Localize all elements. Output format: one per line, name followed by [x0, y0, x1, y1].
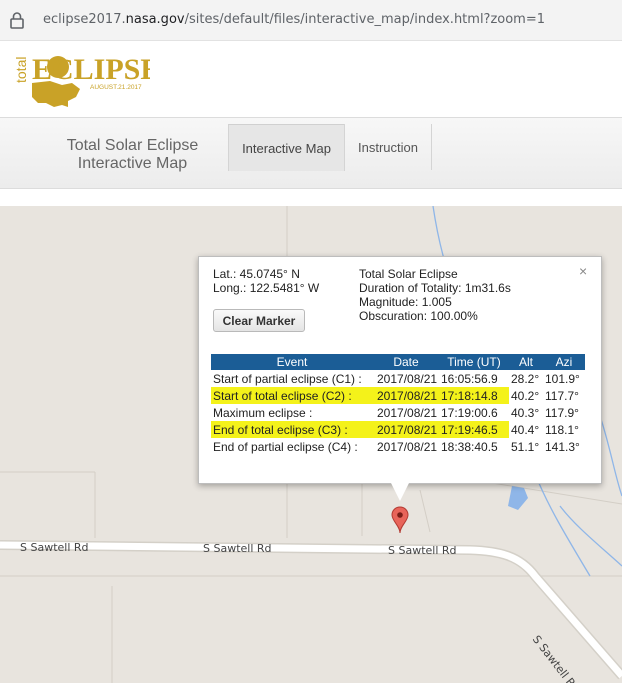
- clear-marker-button[interactable]: Clear Marker: [213, 309, 305, 332]
- event-alt: 28.2°: [511, 371, 540, 386]
- event-name: Start of partial eclipse (C1) :: [213, 371, 362, 386]
- eclipse-summary: Total Solar Eclipse Duration of Totality…: [359, 267, 511, 323]
- road-label: S Sawtell Rd: [20, 541, 89, 554]
- address-bar[interactable]: eclipse2017.nasa.gov/sites/default/files…: [0, 0, 622, 41]
- event-time: 18:38:40.5: [441, 439, 498, 454]
- event-date: 2017/08/21: [373, 387, 439, 404]
- table-row: Maximum eclipse : 2017/08/21 17:19:00.6 …: [211, 404, 585, 421]
- logo-date: AUGUST.21.2017: [90, 84, 142, 91]
- road-label: S Sawtell Rd: [388, 544, 457, 557]
- magnitude: Magnitude: 1.005: [359, 295, 452, 309]
- header-event: Event: [211, 354, 373, 370]
- event-time: 17:19:46.5: [439, 421, 509, 438]
- eclipse-logo[interactable]: total ECLIPSE AUGUST.21.2017: [10, 45, 150, 115]
- event-time: 17:19:00.6: [441, 405, 498, 420]
- nav-bar: Total Solar Eclipse Interactive Map Inte…: [0, 117, 622, 189]
- longitude: Long.: 122.5481° W: [213, 281, 320, 295]
- event-name: Start of total eclipse (C2) :: [211, 387, 373, 404]
- event-alt: 51.1°: [511, 439, 540, 454]
- event-azi: 118.1°: [545, 422, 579, 437]
- event-time: 17:18:14.8: [439, 387, 509, 404]
- table-row: End of total eclipse (C3) : 2017/08/21 1…: [211, 421, 585, 438]
- header-azi: Azi: [543, 354, 585, 370]
- latitude: Lat.: 45.0745° N: [213, 267, 300, 281]
- coordinates: Lat.: 45.0745° N Long.: 122.5481° W: [213, 267, 319, 295]
- logo-total: total: [13, 57, 29, 83]
- eclipse-type: Total Solar Eclipse: [359, 267, 458, 281]
- event-azi: 117.7°: [545, 388, 579, 403]
- event-alt: 40.4°: [511, 422, 540, 437]
- event-azi: 141.3°: [545, 439, 580, 454]
- event-date: 2017/08/21: [377, 439, 438, 454]
- close-icon[interactable]: ×: [579, 263, 587, 279]
- tab-interactive-map[interactable]: Interactive Map: [228, 124, 345, 171]
- event-time: 16:05:56.9: [441, 371, 498, 386]
- popup-pointer: [390, 481, 410, 501]
- event-alt: 40.3°: [511, 405, 540, 420]
- logo-eclipse: ECLIPSE: [32, 53, 150, 86]
- table-row: Start of total eclipse (C2) : 2017/08/21…: [211, 387, 585, 404]
- obscuration: Obscuration: 100.00%: [359, 309, 478, 323]
- header-time: Time (UT): [439, 354, 509, 370]
- tab-instruction[interactable]: Instruction: [344, 124, 432, 170]
- table-row: Start of partial eclipse (C1) : 2017/08/…: [211, 370, 585, 387]
- event-name: End of partial eclipse (C4) :: [213, 439, 358, 454]
- site-title: Total Solar Eclipse Interactive Map: [66, 137, 199, 172]
- url-text[interactable]: eclipse2017.nasa.gov/sites/default/files…: [43, 12, 545, 27]
- event-alt: 40.2°: [511, 388, 540, 403]
- event-name: End of total eclipse (C3) :: [211, 421, 373, 438]
- event-azi: 101.9°: [545, 371, 580, 386]
- event-azi: 117.9°: [545, 405, 579, 420]
- eclipse-events-table: Event Date Time (UT) Alt Azi Start of pa…: [211, 354, 585, 455]
- event-date: 2017/08/21: [373, 421, 439, 438]
- event-date: 2017/08/21: [377, 371, 438, 386]
- totality-duration: Duration of Totality: 1m31.6s: [359, 281, 511, 295]
- event-name: Maximum eclipse :: [213, 405, 313, 420]
- table-header-row: Event Date Time (UT) Alt Azi: [211, 354, 585, 370]
- header-alt: Alt: [509, 354, 543, 370]
- event-date: 2017/08/21: [377, 405, 438, 420]
- table-row: End of partial eclipse (C4) : 2017/08/21…: [211, 438, 585, 455]
- road-label: S Sawtell Rd: [203, 542, 272, 555]
- eclipse-info-popup: × Lat.: 45.0745° N Long.: 122.5481° W Cl…: [198, 256, 602, 484]
- lock-icon: [10, 12, 24, 29]
- map-pin-icon[interactable]: [391, 506, 409, 534]
- header-date: Date: [373, 354, 439, 370]
- site-header: total ECLIPSE AUGUST.21.2017: [0, 41, 622, 117]
